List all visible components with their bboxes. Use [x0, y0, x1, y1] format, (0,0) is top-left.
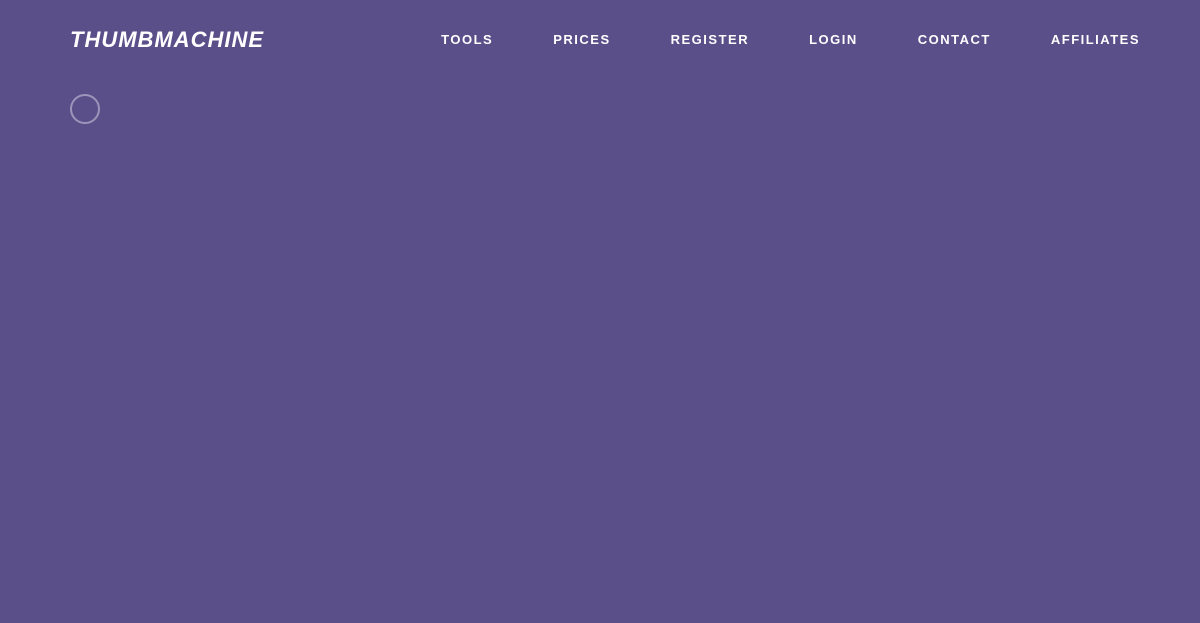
nav-item-prices[interactable]: PRICES: [523, 0, 640, 79]
site-logo[interactable]: THUMBMACHINE: [70, 27, 264, 53]
loading-spinner: [70, 94, 100, 124]
main-content: [0, 79, 1200, 623]
nav-item-contact[interactable]: CONTACT: [888, 0, 1021, 79]
nav-item-tools[interactable]: TOOLS: [411, 0, 523, 79]
site-header: THUMBMACHINE TOOLS PRICES REGISTER LOGIN…: [0, 0, 1200, 79]
main-nav: TOOLS PRICES REGISTER LOGIN CONTACT AFFI…: [411, 0, 1170, 79]
nav-item-affiliates[interactable]: AFFILIATES: [1021, 0, 1170, 79]
nav-item-register[interactable]: REGISTER: [641, 0, 779, 79]
nav-item-login[interactable]: LOGIN: [779, 0, 888, 79]
